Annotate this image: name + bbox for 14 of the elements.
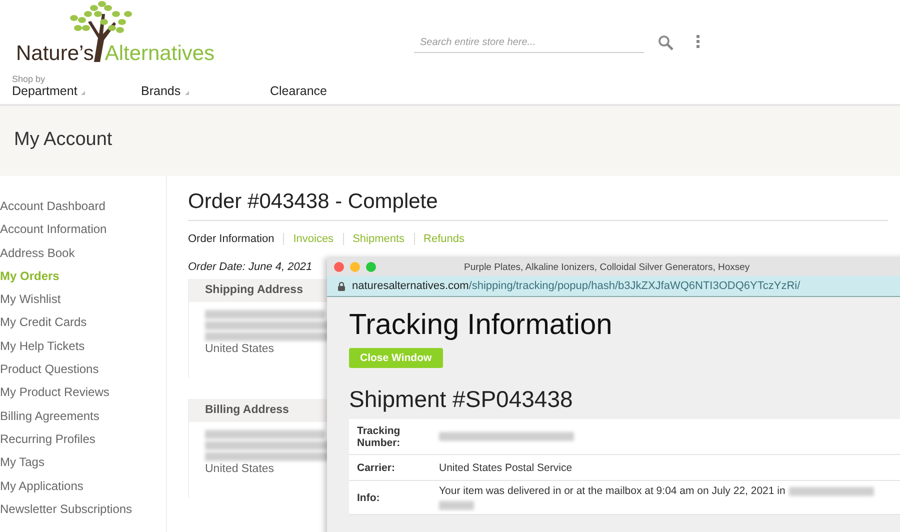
- table-cell: Your item was delivered in or at the mailbox at 9:04 am on July 22, 2021 in: [439, 485, 786, 497]
- logo-text: Alternatives: [104, 42, 215, 66]
- row-label: Info:: [356, 492, 381, 504]
- window-title: Purple Plates, Alkaline Ionizers, Colloidal Silver Generators, Hoxsey: [464, 262, 750, 272]
- row-label: Tracking Number:: [356, 424, 402, 448]
- order-title: Order #043438 - Complete: [188, 190, 888, 221]
- table-cell: United States Postal Service: [439, 462, 572, 474]
- address-line: United States: [205, 343, 276, 355]
- page-title: My Account: [14, 129, 112, 151]
- order-date: Order Date: June 4, 2021: [188, 261, 312, 273]
- logo-text: Nature’s: [16, 42, 94, 66]
- row-label: Carrier:: [356, 462, 396, 474]
- popup-heading: Tracking Information: [349, 309, 614, 342]
- nav-caption: Shop by: [12, 75, 46, 84]
